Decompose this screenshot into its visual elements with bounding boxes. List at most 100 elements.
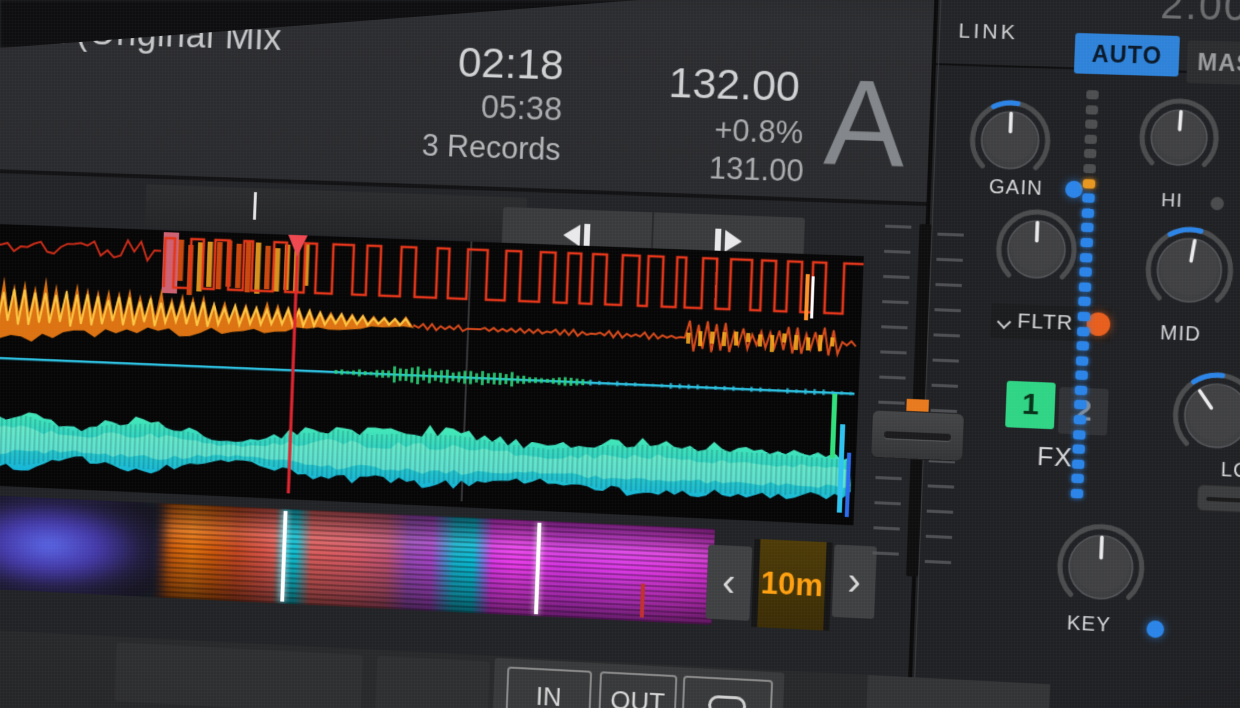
meter-segment bbox=[1081, 223, 1094, 233]
loop-out-label: OUT bbox=[610, 684, 666, 708]
meter-segment bbox=[1079, 267, 1092, 277]
nudge-right-bar-icon bbox=[715, 229, 722, 253]
mid-knob[interactable] bbox=[1134, 216, 1240, 326]
loop-in-label: IN bbox=[535, 680, 562, 708]
fader-tick bbox=[885, 225, 911, 229]
pitch-fader-handle[interactable] bbox=[870, 409, 965, 461]
auto-label: AUTO bbox=[1091, 40, 1162, 69]
eq-lo-label: LO bbox=[1220, 459, 1240, 484]
hi-knob[interactable] bbox=[1128, 87, 1230, 188]
nudge-left-icon bbox=[563, 224, 581, 247]
meter-segment bbox=[1079, 282, 1092, 292]
meter-segment bbox=[1071, 489, 1084, 499]
filter-label: FLTR bbox=[1017, 309, 1074, 335]
zoom-level-display[interactable]: 10m bbox=[751, 539, 833, 631]
mini-fader[interactable] bbox=[1196, 484, 1240, 513]
lo-knob[interactable] bbox=[1161, 361, 1240, 471]
meter-segment bbox=[1074, 400, 1087, 410]
fader-tick bbox=[874, 501, 900, 505]
key-knob[interactable] bbox=[1046, 512, 1156, 622]
screen-photo: ht (Original Mix 02:18 05:38 3 Records 1… bbox=[0, 0, 1240, 708]
fader-tick bbox=[880, 350, 906, 354]
filter-knob[interactable] bbox=[985, 198, 1089, 301]
loop-active-button[interactable] bbox=[681, 676, 773, 708]
fader-tick bbox=[934, 308, 960, 312]
meter-segment bbox=[1074, 415, 1087, 425]
meter-segment bbox=[1080, 238, 1093, 248]
fader-tick bbox=[933, 333, 959, 337]
master-label: MASTER bbox=[1197, 48, 1240, 79]
fader-tick bbox=[937, 233, 963, 237]
fader-tick bbox=[878, 401, 904, 405]
meter-segment bbox=[1080, 253, 1093, 263]
time-remaining: 05:38 bbox=[373, 85, 563, 129]
fader-tick bbox=[933, 359, 959, 363]
master-clock-fragment: 2.00 bbox=[1160, 0, 1240, 31]
meter-segment bbox=[1076, 356, 1089, 366]
bpm-value: 132.00 bbox=[600, 57, 801, 112]
meter-segment bbox=[1075, 371, 1088, 381]
chevron-down-icon bbox=[999, 315, 1012, 328]
zoom-out-button[interactable]: ‹ bbox=[705, 545, 752, 621]
deck-letter: A bbox=[822, 62, 907, 185]
chevron-left-icon: ‹ bbox=[721, 560, 736, 606]
gain-label: GAIN bbox=[988, 176, 1043, 201]
fader-tick bbox=[873, 551, 899, 555]
meter-segment bbox=[1073, 430, 1086, 440]
meter-segment bbox=[1083, 164, 1096, 174]
fader-tick bbox=[882, 300, 908, 304]
nudge-right-icon bbox=[725, 230, 743, 253]
fader-tick bbox=[927, 510, 953, 514]
fader-tick bbox=[879, 376, 905, 380]
bottom-button-2[interactable] bbox=[375, 656, 490, 708]
bottom-button-1[interactable] bbox=[115, 642, 363, 708]
zoom-level-text: 10m bbox=[760, 565, 824, 604]
eq-hi-label: HI bbox=[1161, 190, 1183, 213]
meter-segment bbox=[1086, 90, 1099, 100]
tempo-offset: +0.8% bbox=[598, 109, 803, 152]
fader-tick bbox=[873, 526, 899, 530]
stripe-blurred-left bbox=[0, 494, 165, 603]
meter-segment bbox=[1071, 474, 1084, 484]
fader-tick bbox=[881, 325, 907, 329]
base-bpm: 131.00 bbox=[597, 147, 804, 190]
eq-mid-label: MID bbox=[1160, 322, 1202, 347]
meter-segment bbox=[1078, 312, 1091, 322]
meter-segment bbox=[1083, 179, 1096, 189]
meter-segment bbox=[1084, 134, 1097, 144]
fx1-label: 1 bbox=[1021, 387, 1039, 422]
fader-tick bbox=[935, 283, 961, 287]
fader-tick bbox=[884, 250, 910, 254]
fader-tick bbox=[932, 384, 958, 388]
meter-segment bbox=[1075, 385, 1088, 395]
meter-segment bbox=[1082, 208, 1095, 218]
key-label: KEY bbox=[1066, 612, 1111, 637]
fader-tick bbox=[883, 275, 909, 279]
fader-tick bbox=[928, 484, 954, 488]
loop-out-button[interactable]: OUT bbox=[598, 671, 677, 708]
fx-unit-1-button[interactable]: 1 bbox=[1005, 381, 1056, 430]
sync-auto-button[interactable]: AUTO bbox=[1074, 33, 1180, 77]
meter-segment bbox=[1082, 193, 1095, 203]
meter-segment bbox=[1084, 149, 1097, 159]
zoom-in-button[interactable]: › bbox=[832, 545, 877, 619]
fader-tick bbox=[936, 258, 962, 262]
fader-tick bbox=[925, 560, 951, 564]
meter-segment bbox=[1078, 297, 1091, 307]
chevron-right-icon: › bbox=[847, 559, 862, 605]
nudge-left-bar-icon bbox=[584, 224, 591, 248]
meter-segment bbox=[1072, 445, 1085, 455]
dj-app-window: ht (Original Mix 02:18 05:38 3 Records 1… bbox=[0, 0, 1240, 708]
time-elapsed: 02:18 bbox=[375, 36, 565, 90]
link-label: LINK bbox=[958, 19, 1019, 45]
meter-segment bbox=[1076, 341, 1089, 351]
meter-segment bbox=[1085, 120, 1098, 130]
meter-segment bbox=[1086, 105, 1099, 115]
waveform-display[interactable] bbox=[0, 223, 864, 525]
meter-segment bbox=[1077, 326, 1090, 336]
fader-tick bbox=[875, 476, 901, 480]
meter-segment bbox=[1072, 459, 1085, 469]
sync-master-button[interactable]: MASTER bbox=[1186, 40, 1240, 87]
loop-in-button[interactable]: IN bbox=[505, 666, 592, 708]
fader-tick bbox=[926, 535, 952, 539]
